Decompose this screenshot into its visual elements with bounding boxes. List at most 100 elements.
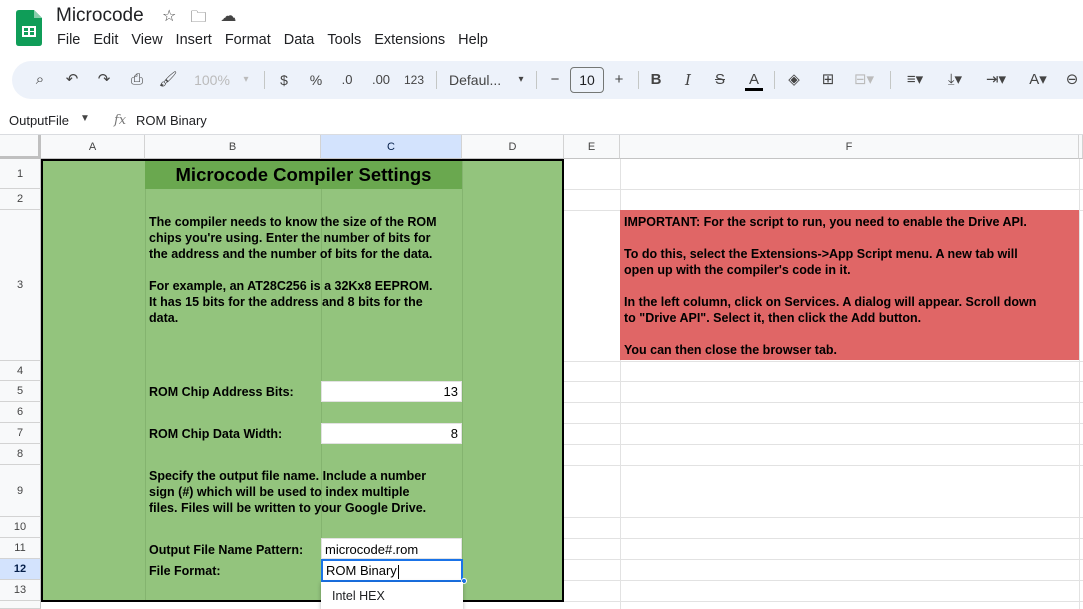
- row-header-5[interactable]: 5: [0, 381, 41, 402]
- formula-input[interactable]: ROM Binary: [136, 113, 207, 128]
- grid-line: [564, 423, 1083, 424]
- text-rotation-icon[interactable]: A▾: [1022, 61, 1054, 99]
- move-folder-icon[interactable]: 🗀: [190, 6, 206, 33]
- column-header-c[interactable]: C: [321, 135, 462, 159]
- address-bits-value[interactable]: 13: [321, 384, 458, 399]
- row-header-4[interactable]: 4: [0, 361, 41, 381]
- pattern-value[interactable]: microcode#.rom: [325, 542, 418, 557]
- menu-tools[interactable]: Tools: [327, 32, 361, 48]
- cloud-status-icon[interactable]: ☁: [220, 6, 236, 33]
- notice-text[interactable]: IMPORTANT: For the script to run, you ne…: [624, 214, 1079, 374]
- percent-format-button[interactable]: %: [308, 61, 324, 99]
- row-header-2[interactable]: 2: [0, 189, 41, 210]
- font-select[interactable]: Defaul...: [449, 61, 501, 99]
- increase-font-size-button[interactable]: +: [612, 61, 626, 99]
- bold-button[interactable]: B: [648, 61, 664, 99]
- file-format-value: ROM Binary: [326, 563, 397, 578]
- menu-edit[interactable]: Edit: [93, 32, 118, 48]
- font-size-input[interactable]: 10: [570, 67, 604, 93]
- grid-line: [564, 601, 1083, 602]
- row-header-14[interactable]: [0, 601, 41, 609]
- row-header-10[interactable]: 10: [0, 517, 41, 538]
- italic-button[interactable]: I: [680, 61, 696, 99]
- row-header-13[interactable]: 13: [0, 580, 41, 601]
- intro-text[interactable]: The compiler needs to know the size of t…: [149, 214, 437, 326]
- strikethrough-button[interactable]: S: [712, 61, 728, 99]
- grid-line: [1079, 159, 1080, 609]
- font-chevron-icon[interactable]: ▾: [515, 61, 527, 99]
- data-width-value[interactable]: 8: [321, 426, 458, 441]
- number-format-button[interactable]: 123: [402, 61, 426, 99]
- horizontal-align-icon[interactable]: ≡▾: [900, 61, 930, 99]
- toolbar-divider: [436, 71, 437, 89]
- vertical-align-icon[interactable]: ⤓▾: [940, 61, 970, 99]
- grid-line: [564, 517, 1083, 518]
- autocomplete-dropdown[interactable]: Intel HEX: [321, 582, 463, 609]
- menu-bar: File Edit View Insert Format Data Tools …: [57, 32, 501, 48]
- column-header-d[interactable]: D: [462, 135, 564, 159]
- row-header-11[interactable]: 11: [0, 538, 41, 559]
- toolbar: ⌕ ↶ ↷ ⎙ 🖌 100% ▾ $ % .0 .00 123 Defaul..…: [12, 61, 1083, 99]
- select-all-corner[interactable]: [0, 135, 41, 159]
- dropdown-option-intel-hex[interactable]: Intel HEX: [332, 589, 385, 603]
- decrease-decimal-button[interactable]: .0: [336, 61, 358, 99]
- text-cursor: [397, 564, 399, 579]
- sheets-logo-icon[interactable]: [16, 10, 42, 46]
- name-box-chevron-icon[interactable]: ▼: [80, 113, 90, 124]
- undo-icon[interactable]: ↶: [62, 61, 82, 99]
- insert-link-icon[interactable]: ⊖: [1064, 61, 1080, 99]
- borders-icon[interactable]: ⊞: [818, 61, 838, 99]
- grid-line: [564, 559, 1083, 560]
- pattern-label: Output File Name Pattern:: [149, 543, 304, 557]
- menu-data[interactable]: Data: [284, 32, 315, 48]
- menu-file[interactable]: File: [57, 32, 80, 48]
- column-header-a[interactable]: A: [41, 135, 145, 159]
- file-format-editor[interactable]: ROM Binary: [321, 559, 463, 582]
- row-header-12[interactable]: 12: [0, 559, 41, 580]
- grid-line: [564, 580, 1083, 581]
- text-color-icon[interactable]: A: [742, 61, 766, 99]
- menu-format[interactable]: Format: [225, 32, 271, 48]
- currency-format-button[interactable]: $: [276, 61, 292, 99]
- increase-decimal-button[interactable]: .00: [368, 61, 394, 99]
- row-header-6[interactable]: 6: [0, 402, 41, 423]
- search-menus-icon[interactable]: ⌕: [30, 61, 50, 99]
- toolbar-divider: [638, 71, 639, 89]
- row-header-7[interactable]: 7: [0, 423, 41, 444]
- menu-extensions[interactable]: Extensions: [374, 32, 445, 48]
- column-header-e[interactable]: E: [564, 135, 620, 159]
- grid-line: [564, 465, 1083, 466]
- fill-color-icon[interactable]: ◈: [784, 61, 804, 99]
- toolbar-divider: [264, 71, 265, 89]
- print-icon[interactable]: ⎙: [126, 61, 148, 99]
- row-header-8[interactable]: 8: [0, 444, 41, 465]
- row-header-1[interactable]: 1: [0, 159, 41, 189]
- decrease-font-size-button[interactable]: −: [548, 61, 562, 99]
- settings-title[interactable]: Microcode Compiler Settings: [145, 161, 462, 189]
- grid-line: [564, 381, 1083, 382]
- column-header-g[interactable]: [1079, 135, 1083, 159]
- data-width-label: ROM Chip Data Width:: [149, 427, 283, 441]
- zoom-chevron-icon[interactable]: ▾: [240, 61, 252, 99]
- zoom-select[interactable]: 100%: [190, 61, 234, 99]
- star-icon[interactable]: ☆: [162, 6, 176, 33]
- toolbar-divider: [536, 71, 537, 89]
- menu-view[interactable]: View: [131, 32, 162, 48]
- spreadsheet-grid: A B C D E F 1 2 3 4 5 6 7 8 9 10 11 12 1…: [0, 135, 1083, 609]
- row-header-3[interactable]: 3: [0, 210, 41, 361]
- menu-insert[interactable]: Insert: [176, 32, 212, 48]
- toolbar-divider: [890, 71, 891, 89]
- paint-format-icon[interactable]: 🖌: [158, 61, 178, 99]
- grid-line: [564, 538, 1083, 539]
- toolbar-divider: [774, 71, 775, 89]
- document-title[interactable]: Microcode: [56, 5, 144, 27]
- name-box[interactable]: OutputFile: [9, 113, 69, 128]
- menu-help[interactable]: Help: [458, 32, 488, 48]
- row-header-9[interactable]: 9: [0, 465, 41, 517]
- output-instructions[interactable]: Specify the output file name. Include a …: [149, 468, 426, 516]
- redo-icon[interactable]: ↷: [94, 61, 114, 99]
- column-header-f[interactable]: F: [620, 135, 1079, 159]
- text-wrapping-icon[interactable]: ⇥▾: [980, 61, 1012, 99]
- column-header-b[interactable]: B: [145, 135, 321, 159]
- merge-cells-icon[interactable]: ⊟▾: [850, 61, 878, 99]
